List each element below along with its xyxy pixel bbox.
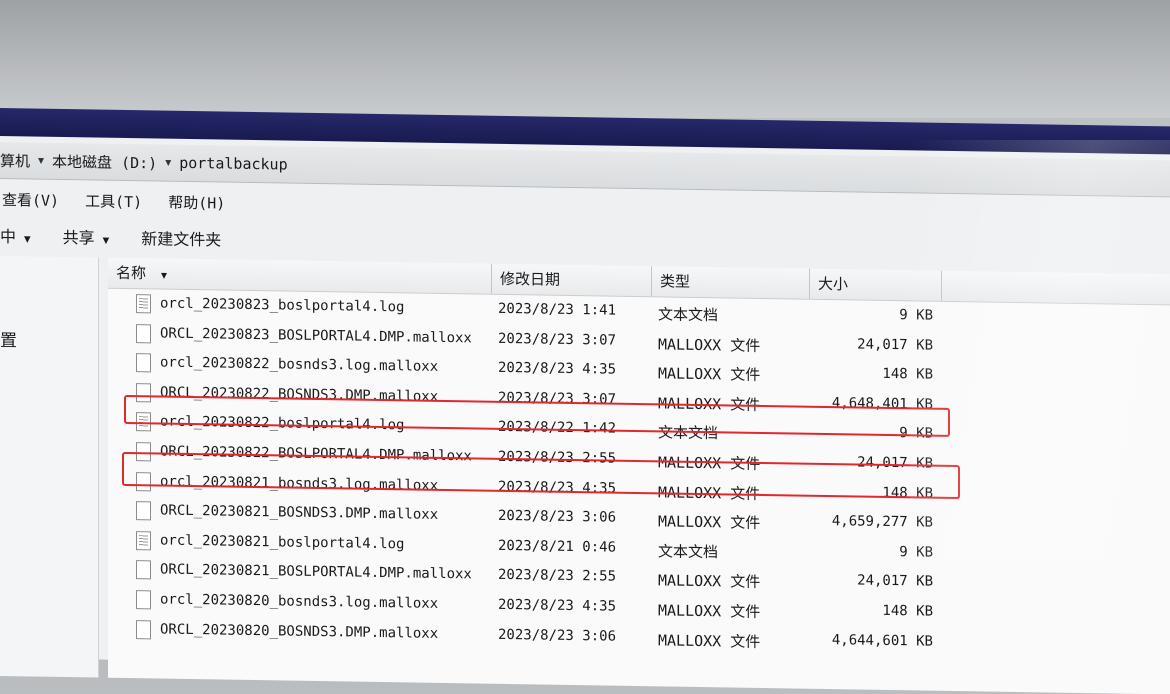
file-size: 4,659,277 KB — [831, 513, 933, 531]
chevron-down-icon[interactable]: ▼ — [38, 155, 44, 166]
file-modified-date: 2023/8/23 1:41 — [498, 300, 617, 319]
include-label: 中 — [0, 227, 17, 247]
file-modified-date: 2023/8/23 4:35 — [498, 360, 617, 378]
explorer-window: 算机 ▼ 本地磁盘 (D:) ▼ portalbackup 查看(V) 工具(T… — [0, 136, 1170, 694]
include-in-library-button[interactable]: 中 ▼ — [0, 223, 53, 248]
navigation-pane[interactable]: 置 — [0, 256, 99, 678]
file-modified-date: 2023/8/23 3:07 — [498, 330, 617, 349]
file-type: MALLOXX 文件 — [658, 512, 761, 533]
file-modified-date: 2023/8/23 3:06 — [498, 508, 617, 526]
text-file-icon — [136, 530, 151, 551]
column-name-label: 名称 — [116, 263, 147, 283]
menu-view[interactable]: 查看(V) — [2, 189, 59, 211]
chevron-down-icon: ▼ — [102, 233, 110, 247]
file-icon — [136, 353, 151, 373]
chevron-down-icon[interactable]: ▼ — [165, 157, 171, 168]
file-name: orcl_20230821_boslportal4.log — [160, 532, 405, 553]
file-name: ORCL_20230821_BOSLPORTAL4.DMP.malloxx — [160, 561, 472, 583]
file-name: orcl_20230820_bosnds3.log.malloxx — [160, 591, 439, 612]
chevron-down-icon: ▼ — [24, 232, 31, 246]
breadcrumb-drive[interactable]: 本地磁盘 (D:) — [52, 150, 157, 173]
column-header-date[interactable]: 修改日期 — [492, 263, 652, 297]
column-header-type[interactable]: 类型 — [652, 266, 810, 299]
monitor-bezel — [0, 0, 1170, 118]
file-size: 24,017 KB — [857, 336, 933, 354]
menu-tools[interactable]: 工具(T) — [85, 190, 142, 212]
column-header-size[interactable]: 大小 — [810, 268, 942, 301]
file-size: 148 KB — [882, 602, 933, 620]
file-icon — [136, 590, 151, 610]
file-modified-date: 2023/8/23 3:06 — [498, 626, 617, 645]
file-type: 文本文档 — [658, 305, 719, 325]
file-icon — [136, 619, 151, 639]
file-name: orcl_20230823_boslportal4.log — [160, 295, 405, 316]
file-modified-date: 2023/8/23 2:55 — [498, 567, 617, 586]
file-type: MALLOXX 文件 — [658, 630, 761, 651]
file-icon — [136, 560, 151, 580]
file-modified-date: 2023/8/23 4:35 — [498, 596, 617, 615]
new-folder-button[interactable]: 新建文件夹 — [141, 225, 221, 250]
file-type: MALLOXX 文件 — [658, 601, 761, 621]
file-type: MALLOXX 文件 — [658, 364, 761, 385]
file-size: 9 KB — [899, 307, 933, 324]
file-type: MALLOXX 文件 — [658, 571, 761, 592]
file-name: ORCL_20230820_BOSNDS3.DMP.malloxx — [160, 621, 439, 642]
breadcrumb-folder[interactable]: portalbackup — [179, 154, 287, 174]
text-file-icon — [136, 294, 151, 314]
file-name: ORCL_20230821_BOSNDS3.DMP.malloxx — [160, 502, 439, 524]
file-name: ORCL_20230823_BOSLPORTAL4.DMP.malloxx — [160, 325, 472, 347]
column-header-name[interactable]: 名称 ▼ — [108, 257, 492, 294]
file-name: orcl_20230822_bosnds3.log.malloxx — [160, 354, 439, 376]
file-type: 文本文档 — [658, 542, 719, 562]
file-icon — [136, 323, 151, 343]
file-size: 24,017 KB — [857, 572, 933, 591]
menu-bar: 查看(V) 工具(T) 帮助(H) — [0, 184, 225, 218]
breadcrumb-computer[interactable]: 算机 — [0, 150, 30, 171]
menu-help[interactable]: 帮助(H) — [168, 191, 225, 213]
file-size: 4,644,601 KB — [831, 631, 933, 650]
file-size: 9 KB — [899, 543, 933, 561]
share-label: 共享 — [62, 227, 95, 248]
sort-arrow-icon: ▼ — [161, 270, 168, 282]
file-modified-date: 2023/8/21 0:46 — [498, 537, 617, 556]
file-icon — [136, 501, 151, 521]
nav-item-label[interactable]: 置 — [0, 326, 17, 351]
file-type: MALLOXX 文件 — [658, 334, 761, 355]
share-button[interactable]: 共享 ▼ — [63, 224, 132, 249]
file-size: 148 KB — [882, 366, 933, 383]
